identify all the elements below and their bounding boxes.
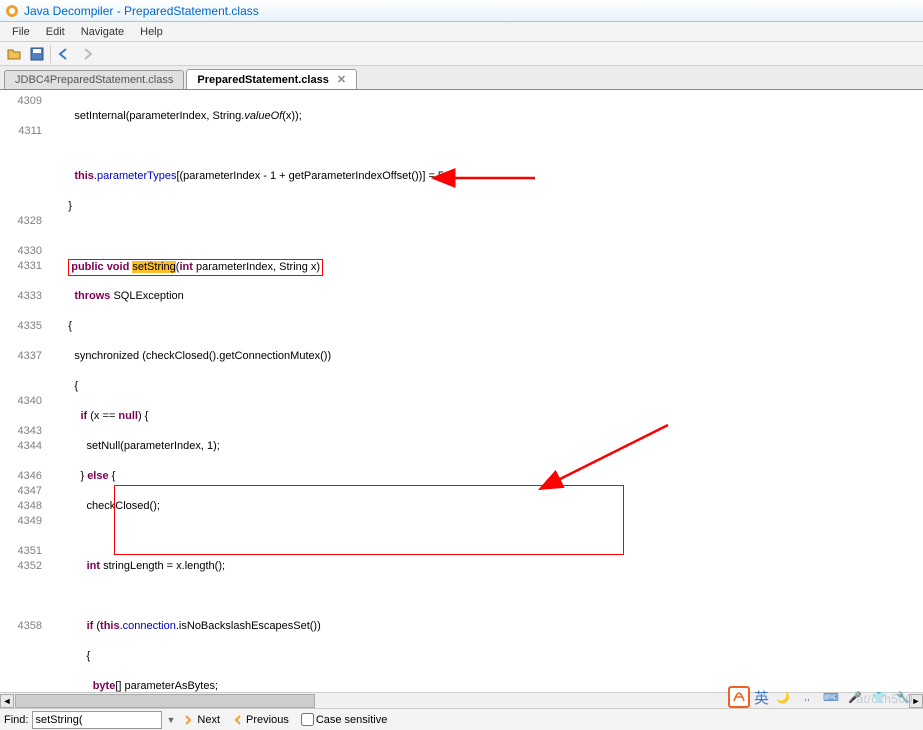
tab-inactive[interactable]: JDBC4PreparedStatement.class [4, 70, 184, 89]
title-bar: Java Decompiler - PreparedStatement.clas… [0, 0, 923, 22]
close-icon[interactable]: ✕ [337, 73, 346, 86]
code-editor[interactable]: 4309 4311 4328 43304331 4333 4335 4337 4… [0, 90, 923, 692]
menu-navigate[interactable]: Navigate [73, 26, 132, 38]
menu-file[interactable]: File [4, 26, 38, 38]
ime-lang[interactable]: 英 [754, 687, 769, 708]
menu-help[interactable]: Help [132, 26, 171, 38]
emoji-icon[interactable]: ,, [797, 687, 817, 707]
find-previous-button[interactable]: Previous [228, 713, 293, 727]
find-label: Find: [4, 714, 28, 726]
line-gutter: 4309 4311 4328 43304331 4333 4335 4337 4… [0, 90, 48, 692]
case-sensitive-checkbox[interactable]: Case sensitive [297, 712, 392, 727]
tab-label: PreparedStatement.class [197, 74, 328, 86]
find-next-button[interactable]: Next [179, 713, 224, 727]
system-tray: 英 🌙 ,, ⌨ 🎤 👕 🔧 [728, 686, 913, 708]
toolbar [0, 42, 923, 66]
code-content[interactable]: setInternal(parameterIndex, String.value… [48, 90, 923, 692]
find-bar: Find: ▼ Next Previous Case sensitive [0, 708, 923, 730]
window-title: Java Decompiler - PreparedStatement.clas… [24, 4, 259, 18]
separator [50, 45, 51, 63]
scroll-left-icon[interactable]: ◄ [0, 694, 14, 708]
highlight-box-signature: public void setString(int parameterIndex… [68, 259, 323, 276]
find-input[interactable] [32, 711, 162, 729]
scroll-thumb[interactable] [15, 694, 315, 708]
toolbox-icon[interactable]: 🔧 [893, 687, 913, 707]
skin-icon[interactable]: 👕 [869, 687, 889, 707]
tab-label: JDBC4PreparedStatement.class [15, 74, 173, 86]
menu-bar: File Edit Navigate Help [0, 22, 923, 42]
ime-icon[interactable] [728, 686, 750, 708]
mic-icon[interactable]: 🎤 [845, 687, 865, 707]
tab-bar: JDBC4PreparedStatement.class PreparedSta… [0, 66, 923, 90]
menu-edit[interactable]: Edit [38, 26, 73, 38]
tab-active[interactable]: PreparedStatement.class ✕ [186, 69, 357, 89]
back-icon[interactable] [54, 44, 74, 64]
dropdown-icon[interactable]: ▼ [166, 715, 175, 725]
app-icon [4, 3, 20, 19]
open-icon[interactable] [4, 44, 24, 64]
save-icon[interactable] [27, 44, 47, 64]
forward-icon[interactable] [77, 44, 97, 64]
moon-icon[interactable]: 🌙 [773, 687, 793, 707]
keyboard-icon[interactable]: ⌨ [821, 687, 841, 707]
